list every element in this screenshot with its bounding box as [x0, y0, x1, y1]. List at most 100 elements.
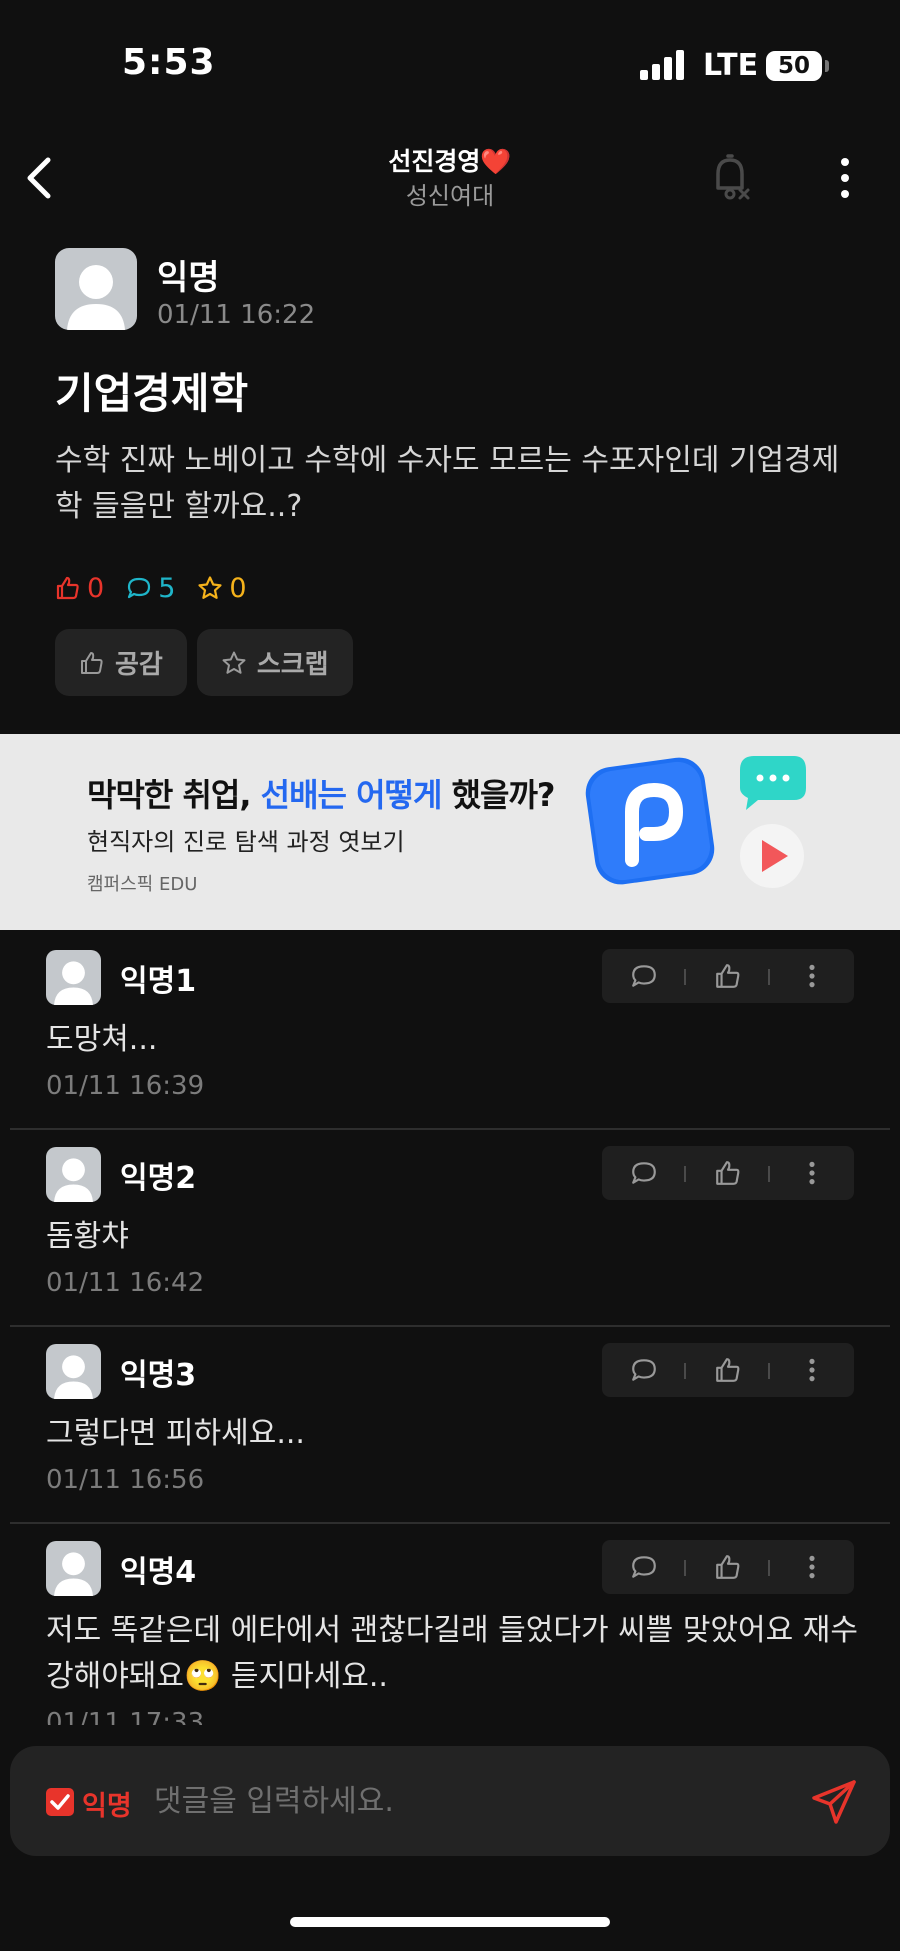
status-bar: 5:53 LTE 50 [0, 0, 900, 130]
like-count: 0 [55, 573, 104, 604]
default-avatar-icon [54, 1158, 93, 1202]
like-button-label: 공감 [115, 650, 163, 680]
comment-composer: 익명 [10, 1746, 890, 1856]
more-options-button[interactable] [825, 152, 865, 204]
more-vertical-icon [841, 158, 849, 198]
default-avatar-icon [54, 1355, 93, 1399]
comment-count-value: 5 [158, 572, 176, 604]
post-title: 기업경제학 [55, 369, 249, 418]
comment-timestamp: 01/11 16:56 [46, 1465, 205, 1495]
comment-text: 돔황챠 [46, 1219, 129, 1254]
comment-toolbar [602, 1146, 854, 1200]
comment-more-button[interactable] [782, 1540, 842, 1594]
comment-toolbar [602, 1343, 854, 1397]
post-author: 익명 [157, 258, 220, 298]
comment-bubble-icon [632, 1162, 656, 1184]
comment-input[interactable] [154, 1776, 774, 1826]
ad-banner[interactable]: 막막한 취업, 선배는 어떻게 했을까? 현직자의 진로 탐색 과정 엿보기 캠… [0, 734, 900, 930]
avatar [55, 248, 137, 330]
bell-off-icon [716, 154, 750, 200]
reply-button[interactable] [614, 1146, 674, 1200]
comment-item: 익명3 그렇다면 피하세요... 01/11 16:56 [10, 1327, 890, 1524]
divider [768, 969, 770, 985]
thumbs-up-icon [81, 651, 103, 674]
divider [768, 1560, 770, 1576]
thumbs-up-icon [716, 1555, 740, 1579]
default-avatar-icon [67, 265, 125, 330]
comment-item: 익명4 저도 똑같은데 에타에서 괜찮다길래 들었다가 씨쁠 맞았어요 재수강해… [10, 1524, 890, 1725]
comment-count: 5 [126, 573, 175, 604]
ad-headline-part1: 막막한 취업, [87, 776, 261, 814]
more-vertical-icon [809, 1555, 815, 1579]
comment-more-button[interactable] [782, 949, 842, 1003]
scrap-button-label: 스크랩 [256, 650, 329, 680]
send-button[interactable] [810, 1778, 858, 1826]
comment-bubble-icon [632, 1556, 656, 1578]
divider [684, 969, 686, 985]
more-vertical-icon [809, 964, 815, 988]
ad-headline: 막막한 취업, 선배는 어떻게 했을까? [87, 770, 556, 816]
divider [684, 1166, 686, 1182]
comment-timestamp: 01/11 17:33 [46, 1708, 205, 1725]
like-button[interactable]: 공감 [55, 629, 187, 696]
avatar [46, 1147, 101, 1202]
comment-timestamp: 01/11 16:42 [46, 1268, 205, 1298]
notification-toggle-button[interactable] [708, 148, 758, 208]
comment-item: 익명2 돔황챠 01/11 16:42 [10, 1130, 890, 1327]
anonymous-checkbox[interactable] [46, 1788, 74, 1816]
reply-button[interactable] [614, 1343, 674, 1397]
thumbs-up-icon [56, 576, 79, 600]
reply-button[interactable] [614, 1540, 674, 1594]
post-actions: 공감 스크랩 [55, 629, 363, 696]
board-title: 선진경영❤️ [388, 147, 512, 176]
post-stats: 0 5 0 [55, 568, 269, 608]
star-icon [222, 651, 246, 674]
comment-author: 익명1 [120, 964, 197, 999]
like-count-value: 0 [87, 572, 105, 604]
scrap-count: 0 [197, 572, 247, 604]
comment-like-button[interactable] [698, 1540, 758, 1594]
signal-icon [640, 50, 686, 80]
comment-item: 익명1 도망쳐... 01/11 16:39 [10, 933, 890, 1130]
avatar [46, 1344, 101, 1399]
post-body: 수학 진짜 노베이고 수학에 수자도 모르는 수포자인데 기업경제학 들을만 할… [55, 443, 840, 524]
anonymous-label[interactable]: 익명 [82, 1784, 132, 1823]
divider [768, 1363, 770, 1379]
comment-text: 도망쳐... [46, 1022, 158, 1057]
comment-like-button[interactable] [698, 1146, 758, 1200]
battery-icon: 50 [766, 51, 822, 81]
post-timestamp: 01/11 16:22 [157, 300, 316, 330]
scrap-count-value: 0 [229, 572, 247, 604]
comment-text: 저도 똑같은데 에타에서 괜찮다길래 들었다가 씨쁠 맞았어요 재수강해야돼요🙄… [46, 1613, 858, 1694]
comment-list: 익명1 도망쳐... 01/11 16:39 익명2 돔황챠 01/11 16:… [0, 933, 900, 1725]
status-time: 5:53 [122, 42, 216, 83]
star-icon [198, 576, 222, 599]
more-vertical-icon [809, 1358, 815, 1382]
divider [684, 1363, 686, 1379]
ad-brand: 캠퍼스픽 EDU [87, 874, 198, 895]
comment-author: 익명4 [120, 1555, 197, 1590]
home-indicator[interactable] [290, 1917, 610, 1927]
navigation-bar: 선진경영❤️ 성신여대 [0, 130, 900, 230]
checkmark-icon [50, 1794, 70, 1810]
thumbs-up-icon [716, 1161, 740, 1185]
thumbs-up-icon [716, 1358, 740, 1382]
comment-more-button[interactable] [782, 1146, 842, 1200]
comment-like-button[interactable] [698, 1343, 758, 1397]
comment-more-button[interactable] [782, 1343, 842, 1397]
comment-timestamp: 01/11 16:39 [46, 1071, 205, 1101]
divider [768, 1166, 770, 1182]
comment-like-button[interactable] [698, 949, 758, 1003]
paper-plane-icon [812, 1780, 856, 1824]
comment-toolbar [602, 1540, 854, 1594]
comment-text: 그렇다면 피하세요... [46, 1416, 305, 1451]
comment-author: 익명3 [120, 1358, 197, 1393]
avatar [46, 950, 101, 1005]
scrap-button[interactable]: 스크랩 [196, 629, 353, 696]
comment-toolbar [602, 949, 854, 1003]
comment-bubble-icon [632, 965, 656, 987]
ad-headline-part2: 했을까? [441, 776, 556, 814]
campuspick-logo-icon [585, 756, 806, 888]
reply-button[interactable] [614, 949, 674, 1003]
battery-tip [825, 60, 829, 72]
